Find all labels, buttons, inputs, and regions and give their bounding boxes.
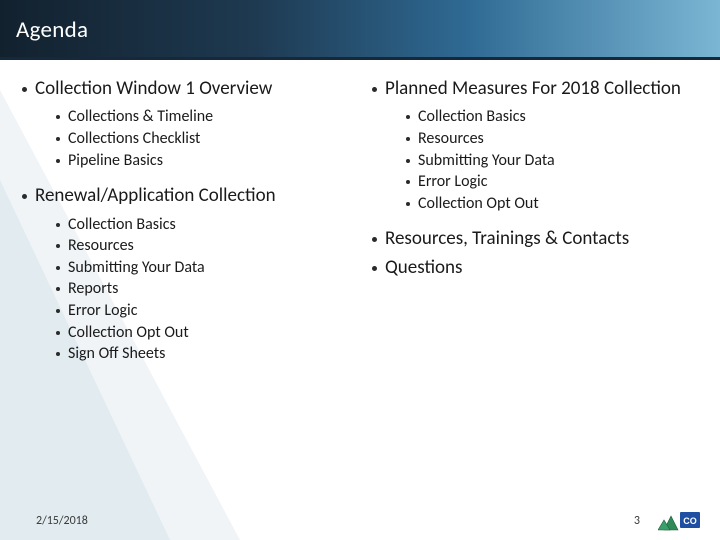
sub-bullet-label: Resources <box>68 235 134 257</box>
bullet-dot-icon <box>22 194 27 199</box>
bullet-label: Questions <box>385 257 462 279</box>
sub-bullet-label: Submitting Your Data <box>418 150 555 172</box>
bullet-dot-icon <box>406 202 410 206</box>
bullet-dot-icon <box>56 309 60 313</box>
sub-bullet-label: Reports <box>68 278 118 300</box>
sub-bullet-label: Collections Checklist <box>68 128 200 150</box>
bullet-resources-trainings-contacts: Resources, Trainings & Contacts <box>372 228 692 250</box>
slide-title: Agenda <box>16 16 88 44</box>
bullet-dot-icon <box>372 266 377 271</box>
bullet-dot-icon <box>56 115 60 119</box>
bullet-dot-icon <box>56 352 60 356</box>
bullet-dot-icon <box>406 137 410 141</box>
sublist-planned-measures: Collection Basics Resources Submitting Y… <box>406 106 692 214</box>
svg-text:CO: CO <box>683 516 697 526</box>
bullet-dot-icon <box>56 137 60 141</box>
header-underline <box>0 57 720 60</box>
bullet-label: Planned Measures For 2018 Collection <box>385 78 681 100</box>
bullet-planned-measures: Planned Measures For 2018 Collection <box>372 78 692 100</box>
page-number: 3 <box>634 514 640 528</box>
right-column: Planned Measures For 2018 Collection Col… <box>372 78 692 379</box>
bullet-dot-icon <box>22 87 27 92</box>
sub-bullet-label: Error Logic <box>418 171 487 193</box>
bullet-dot-icon <box>372 237 377 242</box>
sub-bullet-label: Collections & Timeline <box>68 106 213 128</box>
sub-bullet-label: Error Logic <box>68 300 137 322</box>
sub-bullet: Collection Opt Out <box>406 193 692 215</box>
sub-bullet: Collection Basics <box>56 214 342 236</box>
sub-bullet-label: Collection Basics <box>418 106 526 128</box>
bullet-dot-icon <box>56 223 60 227</box>
footer: 2/15/2018 3 CO <box>0 504 720 540</box>
bullet-dot-icon <box>372 87 377 92</box>
bullet-dot-icon <box>406 159 410 163</box>
bullet-collection-window-overview: Collection Window 1 Overview <box>22 78 342 100</box>
slide: Agenda Collection Window 1 Overview Coll… <box>0 0 720 540</box>
bullet-dot-icon <box>56 159 60 163</box>
sub-bullet-label: Sign Off Sheets <box>68 343 165 365</box>
bullet-label: Collection Window 1 Overview <box>35 78 272 100</box>
bullet-dot-icon <box>406 115 410 119</box>
sub-bullet: Collection Basics <box>406 106 692 128</box>
bullet-label: Resources, Trainings & Contacts <box>385 228 629 250</box>
sub-bullet: Sign Off Sheets <box>56 343 342 365</box>
sub-bullet: Pipeline Basics <box>56 150 342 172</box>
sublist-collection-window-overview: Collections & Timeline Collections Check… <box>56 106 342 171</box>
bullet-label: Renewal/Application Collection <box>35 185 276 207</box>
sub-bullet: Resources <box>56 235 342 257</box>
sub-bullet: Reports <box>56 278 342 300</box>
left-column: Collection Window 1 Overview Collections… <box>22 78 342 379</box>
sub-bullet-label: Collection Opt Out <box>68 322 189 344</box>
sub-bullet: Resources <box>406 128 692 150</box>
footer-right: 3 CO <box>634 508 702 534</box>
sub-bullet: Error Logic <box>406 171 692 193</box>
sub-bullet-label: Collection Opt Out <box>418 193 539 215</box>
bullet-dot-icon <box>56 331 60 335</box>
footer-date: 2/15/2018 <box>36 514 88 528</box>
bullet-dot-icon <box>406 180 410 184</box>
sub-bullet-label: Submitting Your Data <box>68 257 205 279</box>
header-bar: Agenda <box>0 0 720 60</box>
content-area: Collection Window 1 Overview Collections… <box>0 60 720 379</box>
bullet-questions: Questions <box>372 257 692 279</box>
bullet-dot-icon <box>56 266 60 270</box>
sub-bullet-label: Collection Basics <box>68 214 176 236</box>
bullet-dot-icon <box>56 244 60 248</box>
sub-bullet: Error Logic <box>56 300 342 322</box>
co-state-logo-icon: CO <box>658 508 702 534</box>
sub-bullet: Collection Opt Out <box>56 322 342 344</box>
bullet-dot-icon <box>56 287 60 291</box>
sub-bullet: Collections & Timeline <box>56 106 342 128</box>
sub-bullet: Collections Checklist <box>56 128 342 150</box>
sub-bullet: Submitting Your Data <box>56 257 342 279</box>
sub-bullet: Submitting Your Data <box>406 150 692 172</box>
bullet-renewal-application-collection: Renewal/Application Collection <box>22 185 342 207</box>
sub-bullet-label: Pipeline Basics <box>68 150 163 172</box>
sublist-renewal-application-collection: Collection Basics Resources Submitting Y… <box>56 214 342 365</box>
sub-bullet-label: Resources <box>418 128 484 150</box>
